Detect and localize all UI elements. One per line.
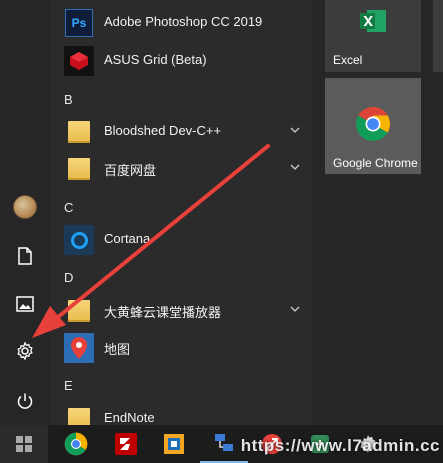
map-pin-icon bbox=[71, 337, 87, 359]
chevron-down-icon bbox=[290, 306, 300, 312]
google-chrome-tile[interactable]: Google Chrome bbox=[325, 78, 421, 174]
pictures-button[interactable] bbox=[0, 282, 50, 326]
folder-icon bbox=[68, 121, 90, 143]
picture-icon bbox=[16, 296, 34, 312]
partial-tile[interactable] bbox=[433, 0, 443, 72]
settings-button[interactable] bbox=[0, 329, 50, 373]
taskbar-app-blue[interactable] bbox=[150, 425, 198, 463]
power-button[interactable] bbox=[0, 379, 50, 423]
chevron-down-icon bbox=[290, 127, 300, 133]
app-item-ditu[interactable]: 地图 bbox=[50, 329, 312, 367]
chrome-icon bbox=[356, 107, 390, 141]
app-item-asus-grid[interactable]: ASUS Grid (Beta) bbox=[50, 42, 312, 80]
app-label: Adobe Photoshop CC 2019 bbox=[104, 14, 263, 29]
start-left-rail bbox=[0, 0, 50, 425]
app-item-cortana[interactable]: Cortana bbox=[50, 221, 312, 259]
start-button[interactable] bbox=[0, 425, 48, 463]
photoshop-icon: Ps bbox=[65, 9, 93, 37]
pinned-tiles-area: Excel Google Chrome bbox=[312, 0, 443, 425]
windows-logo-icon bbox=[16, 436, 32, 452]
taskbar-chrome[interactable] bbox=[52, 425, 100, 463]
asus-grid-icon bbox=[64, 46, 94, 76]
app-list: Ps Adobe Photoshop CC 2019 ASUS Grid (Be… bbox=[50, 0, 312, 430]
app-item-bloodshed[interactable]: Bloodshed Dev-C++ bbox=[50, 113, 312, 151]
network-icon bbox=[215, 434, 233, 451]
letter-header-c[interactable]: C bbox=[64, 200, 73, 215]
user-account-button[interactable] bbox=[0, 185, 50, 229]
letter-header-d[interactable]: D bbox=[64, 270, 73, 285]
cortana-icon bbox=[70, 231, 88, 249]
documents-button[interactable] bbox=[0, 234, 50, 278]
folder-icon bbox=[68, 300, 90, 322]
document-icon bbox=[18, 247, 32, 265]
excel-tile[interactable]: Excel bbox=[325, 0, 421, 72]
excel-icon bbox=[360, 10, 386, 32]
gear-icon bbox=[17, 341, 33, 361]
chevron-down-icon bbox=[290, 164, 300, 170]
app-label: 百度网盘 bbox=[104, 163, 157, 178]
app-label: ASUS Grid (Beta) bbox=[104, 52, 207, 67]
app-item-baidu-pan[interactable]: 百度网盘 bbox=[50, 150, 312, 188]
chrome-icon bbox=[64, 432, 88, 456]
app-label: 大黄蜂云课堂播放器 bbox=[104, 305, 222, 320]
letter-header-e[interactable]: E bbox=[64, 378, 73, 393]
app-item-photoshop[interactable]: Ps Adobe Photoshop CC 2019 bbox=[50, 4, 312, 42]
taskbar-filezilla[interactable] bbox=[102, 425, 150, 463]
app-label: Cortana bbox=[104, 231, 151, 246]
app-item-dahuang[interactable]: 大黄蜂云课堂播放器 bbox=[50, 292, 312, 330]
app-icon bbox=[164, 434, 184, 454]
tile-label: Excel bbox=[333, 53, 363, 67]
power-icon bbox=[17, 393, 33, 409]
app-label: 地图 bbox=[104, 342, 131, 357]
watermark-url: https://www.l7admin.cc bbox=[240, 436, 440, 455]
app-label: EndNote bbox=[104, 410, 155, 425]
letter-header-b[interactable]: B bbox=[64, 92, 73, 107]
app-label: Bloodshed Dev-C++ bbox=[104, 123, 222, 138]
filezilla-icon bbox=[115, 433, 137, 455]
user-avatar bbox=[13, 195, 37, 219]
tile-label: Google Chrome bbox=[333, 156, 418, 170]
folder-icon bbox=[68, 158, 90, 180]
